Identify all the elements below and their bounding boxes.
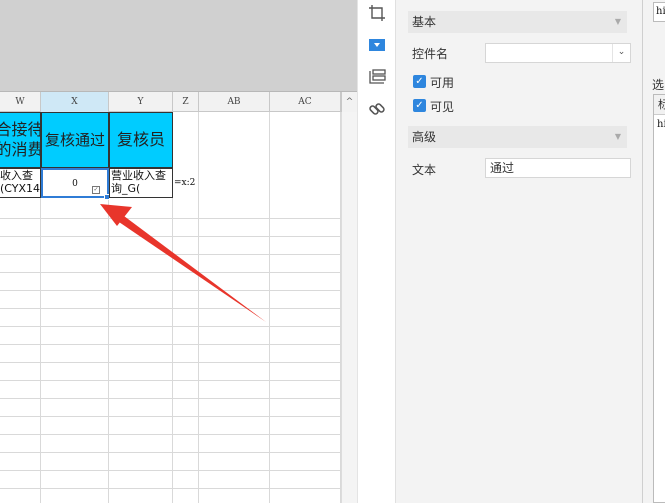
vertical-scrollbar[interactable]: [341, 112, 357, 503]
data-cell-y[interactable]: 营业收入查 询_G(: [109, 168, 173, 198]
grid-line: [0, 434, 341, 435]
grid-line: [0, 272, 341, 273]
grid-line: [0, 362, 341, 363]
header-cell-y[interactable]: 复核员: [109, 112, 173, 168]
right-options-list[interactable]: 标 hi: [653, 94, 665, 503]
sheet-toolbar-area: [0, 0, 357, 92]
dropdown-widget-icon[interactable]: [367, 35, 387, 55]
grid-line: [0, 398, 341, 399]
grid-line: [0, 416, 341, 417]
visible-checkbox[interactable]: ✓: [413, 99, 426, 112]
chevron-down-icon[interactable]: ⌄: [612, 44, 630, 62]
scroll-up-button[interactable]: ^: [341, 92, 357, 112]
grid-line: [0, 380, 341, 381]
column-header-row: W X Y Z AB AC ^: [0, 92, 357, 112]
grid-line: [0, 218, 341, 219]
section-advanced[interactable]: 高级 ▼: [408, 126, 627, 148]
column-header-x[interactable]: X: [41, 92, 109, 112]
column-header-w[interactable]: W: [0, 92, 41, 112]
right-side-panel: hi 选 标 hi: [642, 0, 665, 503]
header-cell-x[interactable]: 复核通过: [41, 112, 109, 168]
crop-frame-icon[interactable]: [367, 3, 387, 23]
grid-line: [0, 344, 341, 345]
collapse-caret-icon[interactable]: ▼: [615, 11, 621, 33]
enabled-checkbox[interactable]: ✓: [413, 75, 426, 88]
grid-line: [0, 452, 341, 453]
visible-label: 可见: [430, 100, 455, 114]
text-label: 文本: [412, 163, 437, 177]
checkbox-widget-icon: ✓: [92, 186, 100, 194]
grid-line: [0, 488, 341, 489]
section-basic-title: 基本: [412, 15, 437, 29]
section-advanced-title: 高级: [412, 130, 437, 144]
column-header-ab[interactable]: AB: [199, 92, 270, 112]
column-header-ac[interactable]: AC: [270, 92, 341, 112]
list-item[interactable]: hi: [657, 119, 665, 130]
control-name-select[interactable]: ⌄: [485, 43, 631, 63]
right-options-label: 选: [652, 78, 665, 92]
data-cell-w[interactable]: 收入查 (CYX14: [0, 168, 41, 198]
properties-panel: 基本 ▼ 控件名 ⌄ ✓ 可用 ✓ 可见 高级 ▼ 文本 通过: [395, 0, 642, 503]
header-cell-w[interactable]: 合接待 的消费: [0, 112, 41, 168]
collapse-caret-icon[interactable]: ▼: [615, 126, 621, 148]
grid-line: [0, 290, 341, 291]
grid-line: [0, 470, 341, 471]
widget-icon-strip: [357, 0, 395, 503]
column-header-y[interactable]: Y: [109, 92, 173, 112]
grid-line: [0, 254, 341, 255]
section-basic[interactable]: 基本 ▼: [408, 11, 627, 33]
control-name-label: 控件名: [412, 47, 449, 61]
column-header-z[interactable]: Z: [173, 92, 199, 112]
data-cell-z[interactable]: =x:2: [174, 178, 195, 188]
enabled-label: 可用: [430, 76, 455, 90]
grid-line: [0, 326, 341, 327]
spreadsheet-area: W X Y Z AB AC ^ 合接待 的消费 复核通过 复核员 收入查: [0, 0, 357, 503]
grid-line: [0, 236, 341, 237]
layers-icon[interactable]: [367, 67, 387, 87]
grid-line: [0, 308, 341, 309]
right-list-header: 标: [654, 95, 665, 115]
link-icon[interactable]: [367, 99, 387, 119]
right-top-input[interactable]: hi: [653, 2, 665, 22]
text-input[interactable]: 通过: [485, 158, 631, 178]
